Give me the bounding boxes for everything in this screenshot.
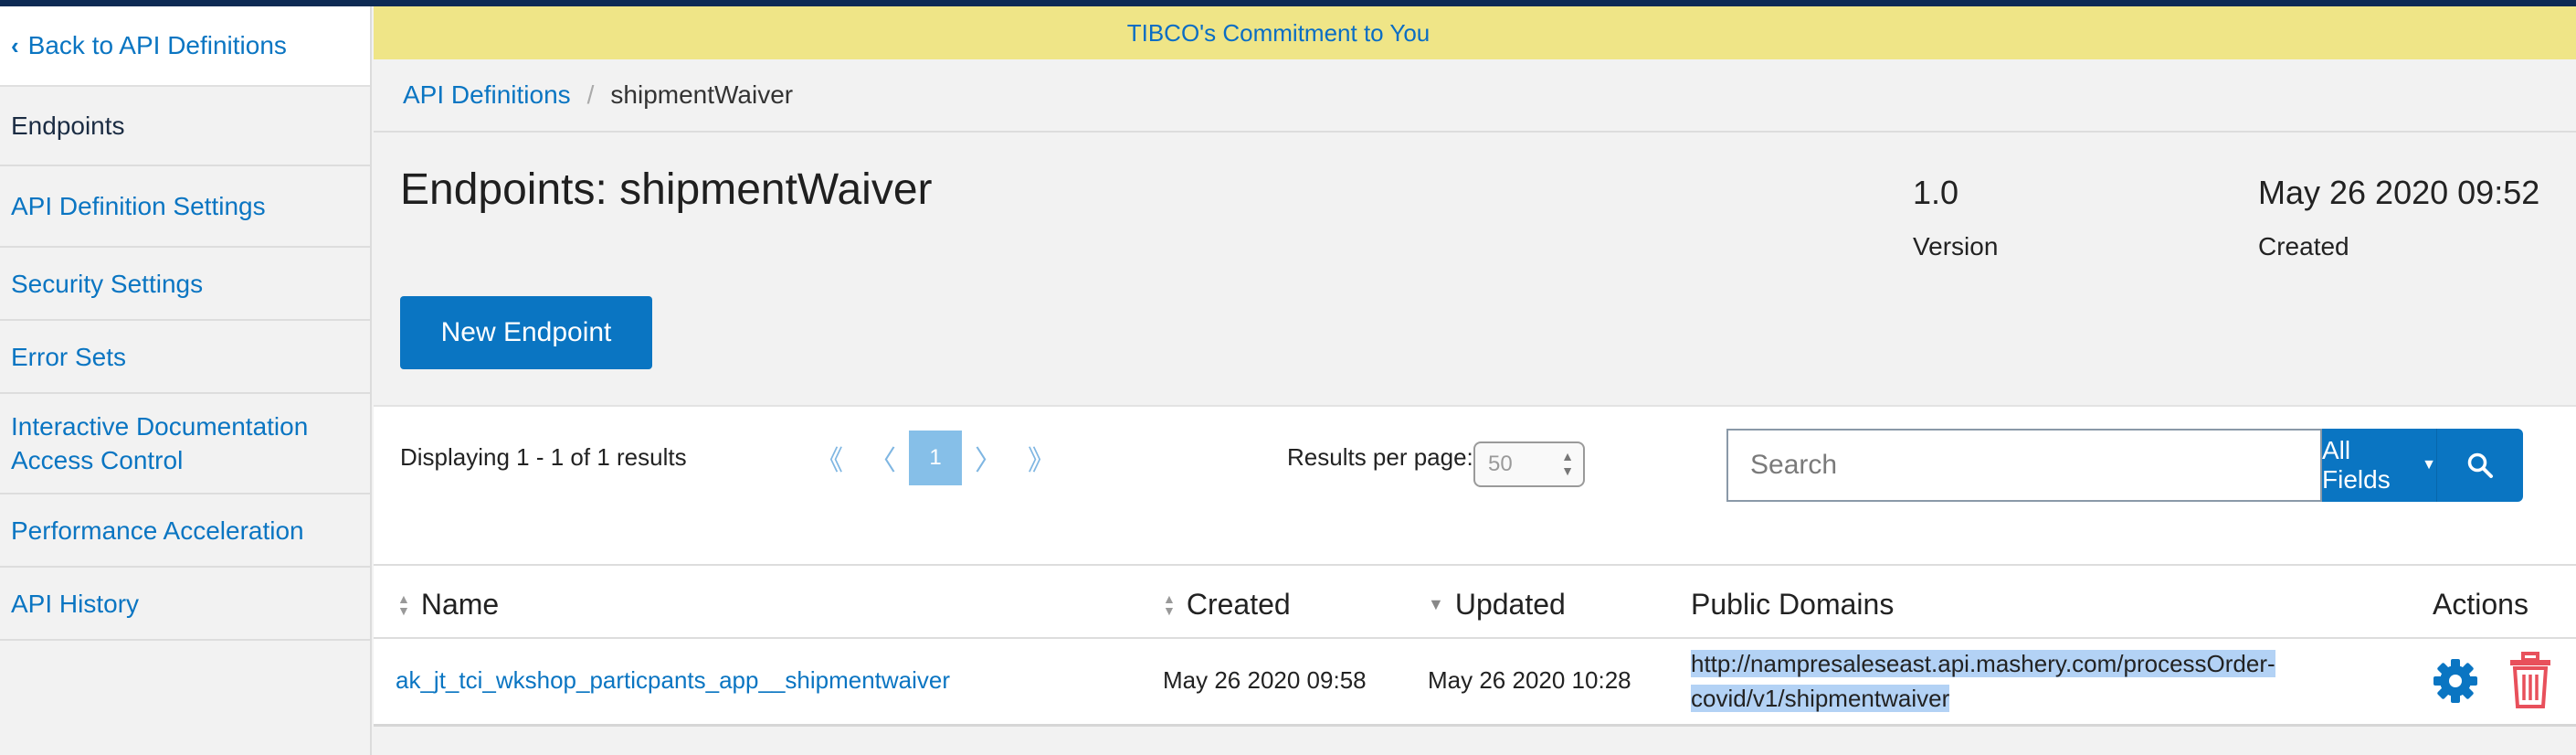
sidebar-item-interactive-documentation-access-control[interactable]: Interactive Documentation Access Control (0, 394, 370, 494)
search-input[interactable] (1726, 429, 2322, 502)
column-header-created[interactable]: ▲ ▼ Created (1163, 588, 1291, 622)
sort-icon: ▲ ▼ (397, 590, 410, 618)
back-to-api-definitions-link[interactable]: ‹ Back to API Definitions (0, 6, 370, 87)
sidebar-item-label: Error Sets (11, 342, 127, 371)
sort-icon: ▲ ▼ (1163, 590, 1176, 618)
trash-icon[interactable] (2508, 652, 2552, 708)
caret-down-icon: ▼ (2422, 457, 2436, 473)
sidebar-item-security-settings[interactable]: Security Settings (0, 248, 370, 321)
new-endpoint-button[interactable]: New Endpoint (400, 296, 652, 369)
column-header-label: Name (420, 588, 500, 621)
top-accent-bar (0, 0, 2576, 6)
column-header-actions: Actions (2433, 588, 2528, 622)
created-label: Created (2258, 232, 2349, 261)
all-fields-dropdown[interactable]: All Fields ▼ (2322, 429, 2437, 502)
results-per-page-value: 50 (1488, 452, 1513, 476)
column-header-name[interactable]: ▲ ▼ Name (397, 588, 499, 622)
sidebar: ‹ Back to API Definitions Endpoints API … (0, 6, 372, 755)
column-header-label: Actions (2433, 588, 2528, 621)
next-page-button[interactable]: 〉 (962, 431, 1015, 485)
results-per-page-stepper[interactable]: 50 ▲ ▼ (1473, 441, 1585, 487)
sidebar-item-label: Performance Acceleration (11, 516, 304, 545)
results-summary: Displaying 1 - 1 of 1 results (400, 443, 687, 471)
public-domain-line-2: covid/v1/shipmentwaiver (1691, 685, 1950, 712)
sidebar-item-label: Endpoints (11, 112, 125, 140)
sidebar-item-label: Interactive Documentation Access Control (11, 412, 309, 474)
table-header: ▲ ▼ Name ▲ ▼ Created ▼ Updated Public Doma… (374, 564, 2576, 639)
sidebar-item-api-history[interactable]: API History (0, 568, 370, 641)
endpoint-created: May 26 2020 09:58 (1163, 666, 1367, 694)
column-header-label: Updated (1454, 588, 1566, 621)
version-value: 1.0 (1913, 174, 1959, 211)
table-row: ak_jt_tci_wkshop_particpants_app__shipme… (374, 639, 2576, 727)
breadcrumb-api-definitions[interactable]: API Definitions (403, 80, 571, 110)
pagination: 《 〈 1 〉 》 (803, 431, 1068, 485)
breadcrumb-separator: / (586, 80, 595, 109)
last-page-button[interactable]: 》 (1015, 431, 1068, 485)
page-title: Endpoints: shipmentWaiver (400, 165, 933, 214)
column-header-label: Created (1186, 588, 1291, 621)
version-label: Version (1913, 232, 1999, 261)
created-value: May 26 2020 09:52 (2258, 174, 2540, 211)
column-header-label: Public Domains (1691, 588, 1895, 621)
sidebar-item-label: API History (11, 589, 140, 618)
search-icon (2467, 452, 2493, 478)
endpoint-updated: May 26 2020 10:28 (1428, 666, 1631, 694)
gear-icon[interactable] (2432, 657, 2479, 705)
sidebar-item-endpoints[interactable]: Endpoints (0, 87, 370, 166)
page-1-button[interactable]: 1 (909, 431, 962, 485)
column-header-public-domains: Public Domains (1691, 588, 1894, 622)
commitment-banner[interactable]: TIBCO's Commitment to You (374, 6, 2576, 59)
sidebar-item-error-sets[interactable]: Error Sets (0, 321, 370, 394)
public-domain-line-1: http://nampresaleseast.api.mashery.com/p… (1691, 650, 2275, 677)
first-page-button[interactable]: 《 (803, 431, 856, 485)
all-fields-label: All Fields (2322, 436, 2391, 494)
endpoints-table: ▲ ▼ Name ▲ ▼ Created ▼ Updated Public Doma… (374, 564, 2576, 755)
breadcrumb: API Definitions / shipmentWaiver (374, 59, 2576, 133)
sidebar-item-label: API Definition Settings (11, 192, 266, 220)
sidebar-item-performance-acceleration[interactable]: Performance Acceleration (0, 494, 370, 568)
stepper-arrows-icon[interactable]: ▲ ▼ (1561, 449, 1574, 478)
sidebar-item-api-definition-settings[interactable]: API Definition Settings (0, 166, 370, 248)
prev-page-button[interactable]: 〈 (856, 431, 909, 485)
back-link-label: Back to API Definitions (27, 31, 287, 59)
endpoint-public-domain: http://nampresaleseast.api.mashery.com/p… (1691, 646, 2330, 716)
list-controls: Displaying 1 - 1 of 1 results 《 〈 1 〉 》 … (374, 405, 2576, 564)
sidebar-item-label: Security Settings (11, 269, 204, 298)
column-header-updated[interactable]: ▼ Updated (1428, 588, 1566, 622)
endpoint-name-link[interactable]: ak_jt_tci_wkshop_particpants_app__shipme… (396, 666, 950, 695)
version-meta: 1.0 Version (1913, 174, 1998, 261)
banner-link[interactable]: TIBCO's Commitment to You (1127, 19, 1431, 48)
chevron-left-icon: ‹ (11, 31, 19, 59)
results-per-page-label: Results per page: (1287, 443, 1473, 471)
created-meta: May 26 2020 09:52 Created (2258, 174, 2539, 261)
breadcrumb-current: shipmentWaiver (610, 80, 794, 109)
sort-descending-icon: ▼ (1428, 595, 1444, 613)
search-button[interactable] (2437, 429, 2523, 502)
